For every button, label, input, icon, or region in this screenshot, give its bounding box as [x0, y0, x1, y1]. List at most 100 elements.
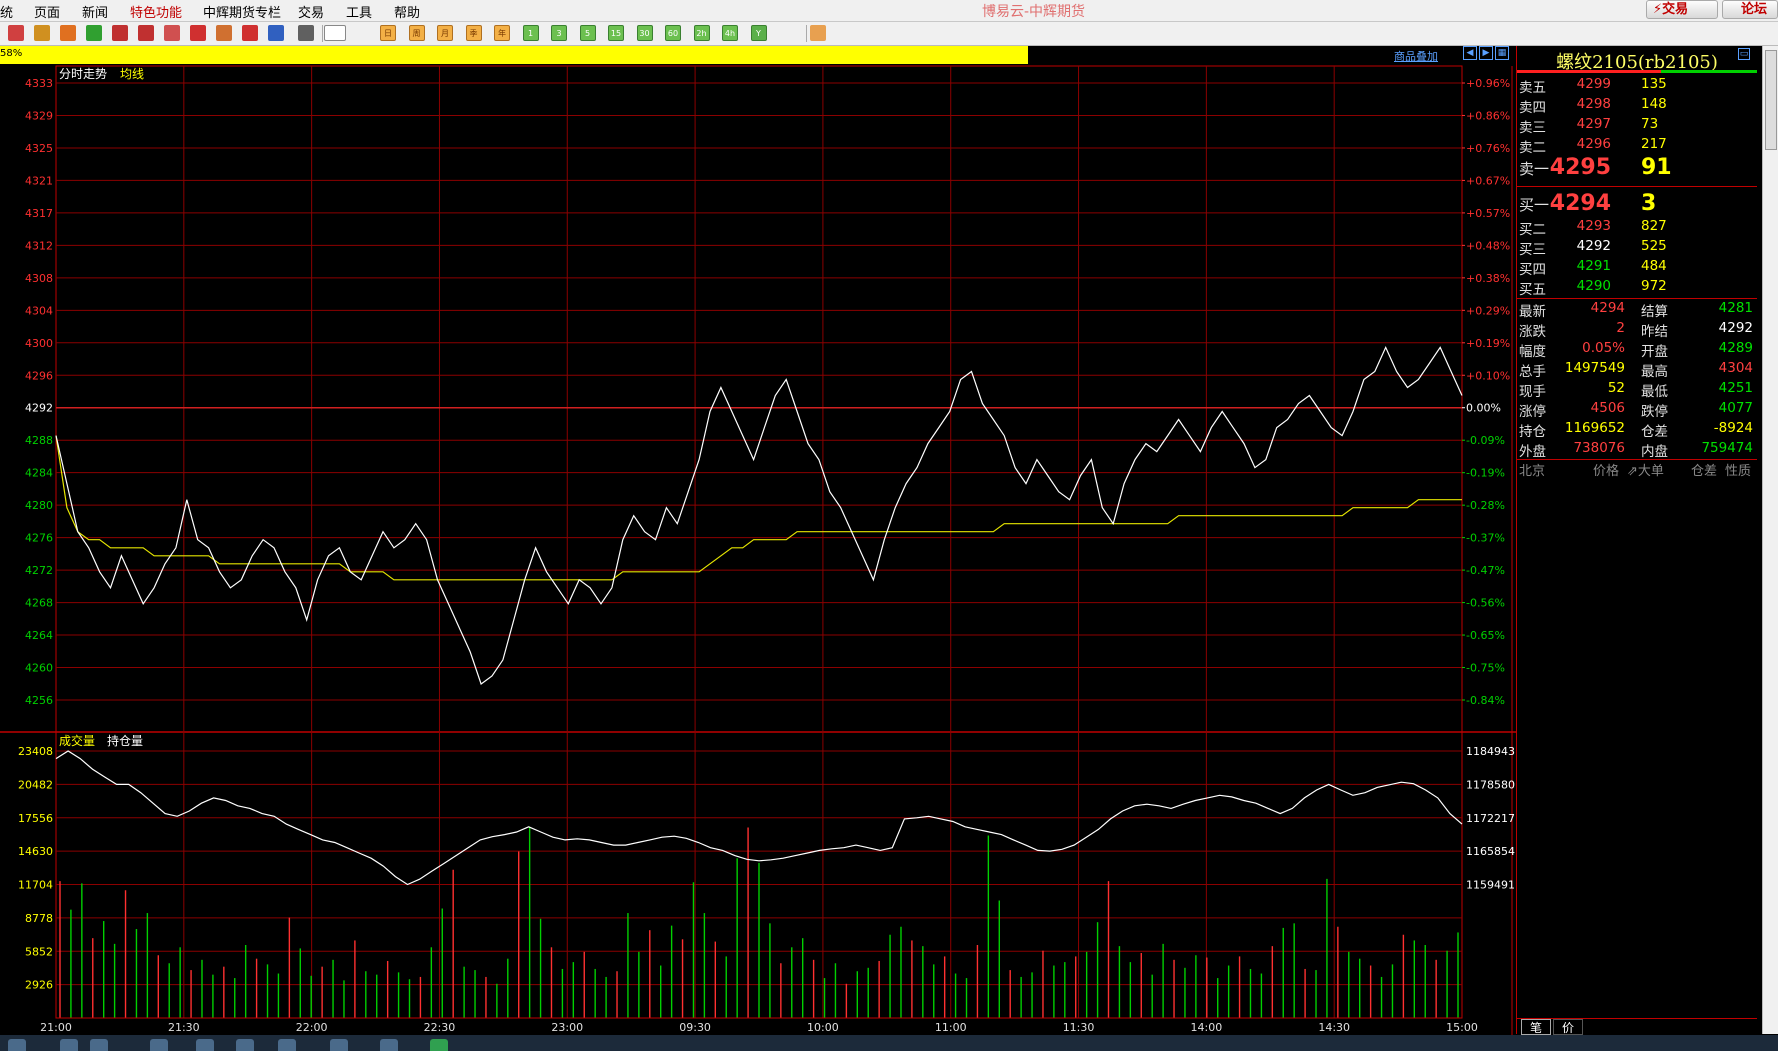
ask1-label: 卖一: [1519, 160, 1550, 178]
taskbar-app-icon[interactable]: [236, 1039, 254, 1051]
buy-sell-ratio-bar: [1517, 70, 1757, 73]
stat-label: 持仓: [1519, 424, 1546, 440]
pct-tick-label: 0.00%: [1466, 402, 1501, 415]
y-tick-label: 4260: [25, 662, 53, 675]
taskbar-app-icon[interactable]: [8, 1039, 26, 1051]
stats-divider: [1517, 298, 1757, 299]
y-tick-label: 4264: [25, 629, 53, 642]
stat-value: 2: [1616, 320, 1625, 336]
tab-trades[interactable]: 笔: [1521, 1019, 1551, 1035]
stat-value: 4304: [1718, 360, 1753, 376]
pct-tick-label: +0.96%: [1466, 77, 1510, 90]
intraday-chart[interactable]: 4333 +0.96% 4329 +0.86% 4325 +0.76% 4321 +0.67%…: [0, 0, 1516, 1035]
taskbar-app-icon[interactable]: [90, 1039, 108, 1051]
y-tick-label: 4325: [25, 142, 53, 155]
book-divider: [1517, 186, 1757, 187]
bid-volume: 484: [1641, 258, 1667, 274]
y-tick-label: 4312: [25, 239, 53, 252]
stat-value: 1497549: [1564, 360, 1625, 376]
bid1-price: 4294: [1549, 191, 1611, 216]
bid-price: 4291: [1576, 258, 1611, 274]
pct-tick-label: -0.65%: [1466, 629, 1505, 642]
legend-price: 分时走势: [59, 67, 107, 81]
stat-value: 4506: [1590, 400, 1625, 416]
bid1-label: 买一: [1519, 196, 1550, 214]
x-tick-label: 14:00: [1191, 1021, 1223, 1034]
pct-tick-label: -0.84%: [1466, 694, 1505, 707]
scroll-thumb[interactable]: [1765, 50, 1777, 150]
x-tick-label: 11:30: [1063, 1021, 1095, 1034]
taskbar-app-icon[interactable]: [278, 1039, 296, 1051]
vol-tick-label: 14630: [18, 845, 53, 858]
stat-label: 现手: [1519, 384, 1546, 400]
taskbar-app-icon[interactable]: [60, 1039, 78, 1051]
stat-value: 1169652: [1564, 420, 1625, 436]
ask-volume: 148: [1641, 96, 1667, 112]
taskbar-app-icon[interactable]: [150, 1039, 168, 1051]
y-tick-label: 4333: [25, 77, 53, 90]
stat-label: 内盘: [1641, 444, 1668, 460]
ask-label: 卖四: [1519, 100, 1546, 116]
taskbar-app-icon[interactable]: [196, 1039, 214, 1051]
oi-tick-label: 1178580: [1466, 778, 1515, 791]
bid-row: 买五 4290 972: [1517, 278, 1757, 298]
y-tick-label: 4304: [25, 304, 53, 317]
stat-value: 52: [1607, 380, 1625, 396]
stat-label: 开盘: [1641, 344, 1668, 360]
ticks-header-col: 北京: [1519, 464, 1546, 479]
price-panel-frame: [55, 65, 1463, 733]
bid-price: 4292: [1576, 238, 1611, 254]
stat-label: 昨结: [1641, 324, 1668, 340]
taskbar-app-icon[interactable]: [430, 1039, 448, 1051]
pct-tick-label: -0.37%: [1466, 532, 1505, 545]
ticks-header-col: 性质: [1725, 464, 1752, 479]
ticks-header-col: 仓差: [1691, 464, 1718, 479]
pct-tick-label: -0.75%: [1466, 662, 1505, 675]
x-tick-label: 10:00: [807, 1021, 839, 1034]
ask-row: 卖五 4299 135: [1517, 76, 1757, 96]
stat-value: 4289: [1718, 340, 1753, 356]
y-tick-label: 4276: [25, 532, 53, 545]
stat-row: 涨停 4506 跌停 4077: [1517, 400, 1757, 420]
trade-button[interactable]: ⚡交易: [1646, 0, 1718, 19]
stat-label: 最低: [1641, 384, 1668, 400]
vol-tick-label: 2926: [25, 979, 53, 992]
stat-row: 持仓 1169652 仓差 -8924: [1517, 420, 1757, 440]
ask-label: 卖五: [1519, 80, 1546, 96]
y-tick-label: 4256: [25, 694, 53, 707]
ask-volume: 217: [1641, 136, 1667, 152]
ask-row: 卖二 4296 217: [1517, 136, 1757, 156]
oi-tick-label: 1184943: [1466, 745, 1515, 758]
y-tick-label: 4284: [25, 467, 53, 480]
ask1-row: 卖一 4295 91: [1517, 155, 1757, 180]
taskbar: [0, 1035, 1778, 1051]
x-tick-label: 09:30: [679, 1021, 711, 1034]
taskbar-app-icon[interactable]: [380, 1039, 398, 1051]
ticks-header-col: ⇗大单: [1627, 464, 1664, 479]
ask-price: 4298: [1576, 96, 1611, 112]
y-tick-label: 4292: [25, 402, 53, 415]
quote-panel: 螺纹2105(rb2105) 卖五 4299 135 卖四 4298 148 卖三 4297 7…: [1516, 46, 1761, 1035]
pct-tick-label: +0.86%: [1466, 109, 1510, 122]
pct-tick-label: +0.10%: [1466, 369, 1510, 382]
ask-volume: 135: [1641, 76, 1667, 92]
x-tick-label: 14:30: [1318, 1021, 1350, 1034]
ask-label: 卖二: [1519, 140, 1546, 156]
forum-button[interactable]: 论坛: [1722, 0, 1778, 19]
pct-tick-label: +0.38%: [1466, 272, 1510, 285]
avg-price-line: [55, 435, 1462, 581]
taskbar-app-icon[interactable]: [330, 1039, 348, 1051]
symbol-title: 螺纹2105(rb2105): [1517, 46, 1761, 73]
bid-label: 买五: [1519, 282, 1546, 298]
vertical-scrollbar[interactable]: [1762, 46, 1778, 1034]
x-tick-label: 22:30: [424, 1021, 456, 1034]
vol-tick-label: 11704: [18, 879, 53, 892]
vol-tick-label: 20482: [18, 778, 53, 791]
tab-price[interactable]: 价: [1553, 1019, 1583, 1035]
detail-tabs: 笔 价: [1517, 1019, 1761, 1035]
pct-tick-label: +0.29%: [1466, 304, 1510, 317]
bid-label: 买二: [1519, 222, 1546, 238]
panel-toggle-icon[interactable]: ▭: [1738, 48, 1750, 60]
y-tick-label: 4300: [25, 337, 53, 350]
x-tick-label: 15:00: [1446, 1021, 1478, 1034]
